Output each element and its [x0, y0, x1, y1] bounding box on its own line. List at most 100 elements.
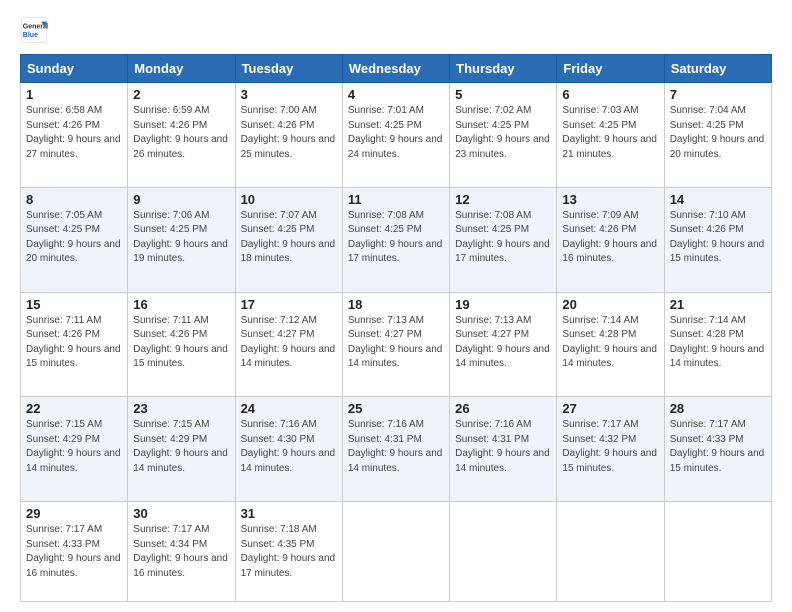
day-number: 8 — [26, 192, 122, 207]
logo: General Blue — [20, 16, 52, 44]
calendar-cell: 11 Sunrise: 7:08 AM Sunset: 4:25 PM Dayl… — [342, 187, 449, 292]
day-info: Sunrise: 7:16 AM Sunset: 4:31 PM Dayligh… — [348, 419, 443, 474]
day-info: Sunrise: 7:11 AM Sunset: 4:26 PM Dayligh… — [26, 315, 121, 370]
day-header-thursday: Thursday — [450, 55, 557, 83]
day-number: 25 — [348, 401, 444, 416]
calendar-cell: 10 Sunrise: 7:07 AM Sunset: 4:25 PM Dayl… — [235, 187, 342, 292]
calendar-cell: 31 Sunrise: 7:18 AM Sunset: 4:35 PM Dayl… — [235, 502, 342, 602]
calendar-cell: 24 Sunrise: 7:16 AM Sunset: 4:30 PM Dayl… — [235, 397, 342, 502]
day-info: Sunrise: 7:18 AM Sunset: 4:35 PM Dayligh… — [241, 524, 336, 579]
calendar-cell: 9 Sunrise: 7:06 AM Sunset: 4:25 PM Dayli… — [128, 187, 235, 292]
day-info: Sunrise: 7:14 AM Sunset: 4:28 PM Dayligh… — [670, 315, 765, 370]
day-number: 1 — [26, 87, 122, 102]
day-number: 31 — [241, 506, 337, 521]
page: General Blue SundayMondayTuesdayWednesda… — [0, 0, 792, 612]
day-info: Sunrise: 7:17 AM Sunset: 4:34 PM Dayligh… — [133, 524, 228, 579]
day-info: Sunrise: 7:13 AM Sunset: 4:27 PM Dayligh… — [455, 315, 550, 370]
week-row-2: 8 Sunrise: 7:05 AM Sunset: 4:25 PM Dayli… — [21, 187, 772, 292]
calendar-cell: 26 Sunrise: 7:16 AM Sunset: 4:31 PM Dayl… — [450, 397, 557, 502]
day-info: Sunrise: 7:16 AM Sunset: 4:30 PM Dayligh… — [241, 419, 336, 474]
day-number: 5 — [455, 87, 551, 102]
day-number: 15 — [26, 297, 122, 312]
week-row-1: 1 Sunrise: 6:58 AM Sunset: 4:26 PM Dayli… — [21, 83, 772, 188]
day-number: 11 — [348, 192, 444, 207]
day-number: 2 — [133, 87, 229, 102]
week-row-3: 15 Sunrise: 7:11 AM Sunset: 4:26 PM Dayl… — [21, 292, 772, 397]
day-number: 18 — [348, 297, 444, 312]
week-row-5: 29 Sunrise: 7:17 AM Sunset: 4:33 PM Dayl… — [21, 502, 772, 602]
day-info: Sunrise: 7:06 AM Sunset: 4:25 PM Dayligh… — [133, 210, 228, 265]
day-info: Sunrise: 7:17 AM Sunset: 4:33 PM Dayligh… — [670, 419, 765, 474]
header-row: SundayMondayTuesdayWednesdayThursdayFrid… — [21, 55, 772, 83]
calendar-cell: 2 Sunrise: 6:59 AM Sunset: 4:26 PM Dayli… — [128, 83, 235, 188]
day-number: 29 — [26, 506, 122, 521]
svg-text:Blue: Blue — [23, 32, 38, 39]
day-info: Sunrise: 7:05 AM Sunset: 4:25 PM Dayligh… — [26, 210, 121, 265]
calendar-cell: 4 Sunrise: 7:01 AM Sunset: 4:25 PM Dayli… — [342, 83, 449, 188]
calendar-cell — [450, 502, 557, 602]
logo-icon: General Blue — [20, 16, 48, 44]
day-info: Sunrise: 7:00 AM Sunset: 4:26 PM Dayligh… — [241, 105, 336, 160]
day-number: 28 — [670, 401, 766, 416]
day-header-wednesday: Wednesday — [342, 55, 449, 83]
day-info: Sunrise: 6:59 AM Sunset: 4:26 PM Dayligh… — [133, 105, 228, 160]
day-number: 14 — [670, 192, 766, 207]
day-header-saturday: Saturday — [664, 55, 771, 83]
day-info: Sunrise: 6:58 AM Sunset: 4:26 PM Dayligh… — [26, 105, 121, 160]
day-info: Sunrise: 7:08 AM Sunset: 4:25 PM Dayligh… — [455, 210, 550, 265]
calendar-cell: 23 Sunrise: 7:15 AM Sunset: 4:29 PM Dayl… — [128, 397, 235, 502]
day-info: Sunrise: 7:02 AM Sunset: 4:25 PM Dayligh… — [455, 105, 550, 160]
calendar-cell: 13 Sunrise: 7:09 AM Sunset: 4:26 PM Dayl… — [557, 187, 664, 292]
calendar-cell — [557, 502, 664, 602]
day-info: Sunrise: 7:12 AM Sunset: 4:27 PM Dayligh… — [241, 315, 336, 370]
day-info: Sunrise: 7:03 AM Sunset: 4:25 PM Dayligh… — [562, 105, 657, 160]
day-number: 26 — [455, 401, 551, 416]
day-number: 24 — [241, 401, 337, 416]
calendar-cell: 29 Sunrise: 7:17 AM Sunset: 4:33 PM Dayl… — [21, 502, 128, 602]
calendar-cell: 16 Sunrise: 7:11 AM Sunset: 4:26 PM Dayl… — [128, 292, 235, 397]
calendar-cell: 21 Sunrise: 7:14 AM Sunset: 4:28 PM Dayl… — [664, 292, 771, 397]
day-number: 16 — [133, 297, 229, 312]
day-header-monday: Monday — [128, 55, 235, 83]
day-number: 30 — [133, 506, 229, 521]
calendar-cell: 5 Sunrise: 7:02 AM Sunset: 4:25 PM Dayli… — [450, 83, 557, 188]
day-number: 23 — [133, 401, 229, 416]
day-info: Sunrise: 7:13 AM Sunset: 4:27 PM Dayligh… — [348, 315, 443, 370]
day-info: Sunrise: 7:07 AM Sunset: 4:25 PM Dayligh… — [241, 210, 336, 265]
day-info: Sunrise: 7:11 AM Sunset: 4:26 PM Dayligh… — [133, 315, 228, 370]
day-header-tuesday: Tuesday — [235, 55, 342, 83]
day-number: 9 — [133, 192, 229, 207]
calendar-cell — [664, 502, 771, 602]
calendar-cell — [342, 502, 449, 602]
day-number: 22 — [26, 401, 122, 416]
day-number: 27 — [562, 401, 658, 416]
day-number: 6 — [562, 87, 658, 102]
calendar-cell: 22 Sunrise: 7:15 AM Sunset: 4:29 PM Dayl… — [21, 397, 128, 502]
day-info: Sunrise: 7:14 AM Sunset: 4:28 PM Dayligh… — [562, 315, 657, 370]
day-info: Sunrise: 7:08 AM Sunset: 4:25 PM Dayligh… — [348, 210, 443, 265]
day-info: Sunrise: 7:17 AM Sunset: 4:33 PM Dayligh… — [26, 524, 121, 579]
calendar-cell: 19 Sunrise: 7:13 AM Sunset: 4:27 PM Dayl… — [450, 292, 557, 397]
day-number: 7 — [670, 87, 766, 102]
calendar-cell: 28 Sunrise: 7:17 AM Sunset: 4:33 PM Dayl… — [664, 397, 771, 502]
day-info: Sunrise: 7:01 AM Sunset: 4:25 PM Dayligh… — [348, 105, 443, 160]
calendar-cell: 30 Sunrise: 7:17 AM Sunset: 4:34 PM Dayl… — [128, 502, 235, 602]
calendar-cell: 8 Sunrise: 7:05 AM Sunset: 4:25 PM Dayli… — [21, 187, 128, 292]
day-number: 21 — [670, 297, 766, 312]
day-number: 12 — [455, 192, 551, 207]
day-number: 20 — [562, 297, 658, 312]
day-info: Sunrise: 7:09 AM Sunset: 4:26 PM Dayligh… — [562, 210, 657, 265]
day-info: Sunrise: 7:16 AM Sunset: 4:31 PM Dayligh… — [455, 419, 550, 474]
day-number: 10 — [241, 192, 337, 207]
calendar-cell: 12 Sunrise: 7:08 AM Sunset: 4:25 PM Dayl… — [450, 187, 557, 292]
calendar-cell: 1 Sunrise: 6:58 AM Sunset: 4:26 PM Dayli… — [21, 83, 128, 188]
calendar-cell: 15 Sunrise: 7:11 AM Sunset: 4:26 PM Dayl… — [21, 292, 128, 397]
calendar-cell: 17 Sunrise: 7:12 AM Sunset: 4:27 PM Dayl… — [235, 292, 342, 397]
calendar-cell: 18 Sunrise: 7:13 AM Sunset: 4:27 PM Dayl… — [342, 292, 449, 397]
calendar-cell: 7 Sunrise: 7:04 AM Sunset: 4:25 PM Dayli… — [664, 83, 771, 188]
day-number: 17 — [241, 297, 337, 312]
calendar-table: SundayMondayTuesdayWednesdayThursdayFrid… — [20, 54, 772, 602]
day-info: Sunrise: 7:15 AM Sunset: 4:29 PM Dayligh… — [26, 419, 121, 474]
calendar-cell: 6 Sunrise: 7:03 AM Sunset: 4:25 PM Dayli… — [557, 83, 664, 188]
day-info: Sunrise: 7:04 AM Sunset: 4:25 PM Dayligh… — [670, 105, 765, 160]
